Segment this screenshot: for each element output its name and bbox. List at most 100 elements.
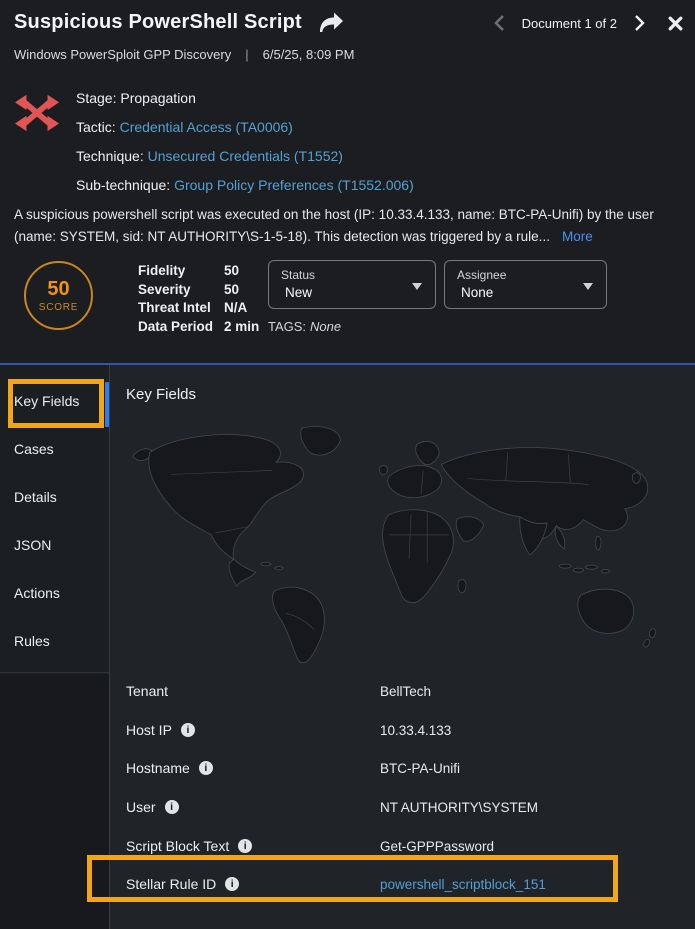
stat-threat-intel: Threat IntelN/A [138, 299, 259, 318]
subtitle-separator: | [245, 47, 248, 62]
field-label: Host IP [126, 722, 172, 738]
alert-header: Suspicious PowerShell Script Document 1 … [0, 0, 695, 363]
field-row-stellar-rule-id: Stellar Rule ID i powershell_scriptblock_1… [126, 870, 687, 909]
share-icon[interactable] [318, 12, 344, 34]
active-tab-indicator [105, 382, 109, 427]
field-row-host-ip: Host IP i 10.33.4.133 [126, 716, 687, 755]
field-value: Get-GPPPassword [380, 839, 494, 854]
page-title: Suspicious PowerShell Script [14, 11, 302, 34]
technique-row: Technique: Unsecured Credentials (T1552) [76, 142, 414, 171]
more-link[interactable]: More [562, 229, 593, 244]
document-pagination: Document 1 of 2 [492, 15, 683, 31]
alert-detail-panel: Suspicious PowerShell Script Document 1 … [0, 0, 695, 929]
field-row-hostname: Hostname i BTC-PA-Unifi [126, 754, 687, 793]
field-value-link[interactable]: powershell_scriptblock_151 [380, 877, 546, 892]
field-label: User [126, 799, 156, 815]
field-value: BellTech [380, 684, 431, 699]
field-label: Tenant [126, 683, 168, 699]
alert-description-text: A suspicious powershell script was execu… [14, 207, 654, 244]
alert-type: Windows PowerSploit GPP Discovery [14, 47, 231, 62]
tactic-link[interactable]: Credential Access (TA0006) [120, 119, 293, 135]
tags-row: TAGS: None [268, 319, 341, 334]
stat-value: 50 [224, 281, 239, 300]
tactic-row: Tactic: Credential Access (TA0006) [76, 113, 414, 142]
stat-label: Fidelity [138, 262, 224, 281]
assignee-dropdown-label: Assignee [457, 268, 594, 282]
sidebar-item-json[interactable]: JSON [14, 537, 109, 557]
info-icon[interactable]: i [199, 761, 213, 775]
tags-label: TAGS: [268, 319, 306, 334]
field-label: Hostname [126, 760, 190, 776]
field-row-user: Useri NT AUTHORITY\SYSTEM [126, 793, 687, 832]
stat-value: 2 min [224, 318, 259, 337]
world-map [124, 422, 690, 672]
tab-section: Key Fields Cases Details JSON Actions Rules K… [0, 365, 695, 929]
stat-label: Severity [138, 281, 224, 300]
info-icon[interactable]: i [181, 723, 195, 737]
key-fields-panel: Key Fields [110, 365, 695, 929]
score-label: SCORE [39, 302, 79, 313]
next-document-icon[interactable] [632, 15, 647, 31]
field-label: Script Block Text [126, 838, 229, 854]
field-row-script-block-text: Script Block Text i Get-GPPPassword [126, 832, 687, 871]
alert-timestamp: 6/5/25, 8:09 PM [263, 47, 355, 62]
status-dropdown-label: Status [281, 268, 423, 282]
stage-label: Stage: [76, 90, 116, 106]
stat-data-period: Data Period2 min [138, 318, 259, 337]
alert-description: A suspicious powershell script was execu… [14, 204, 686, 247]
status-dropdown[interactable]: Status New [268, 260, 436, 309]
info-icon[interactable]: i [238, 839, 252, 853]
stat-label: Data Period [138, 318, 224, 337]
prev-document-icon[interactable] [492, 15, 507, 31]
status-dropdown-value: New [281, 285, 423, 300]
sidebar-item-rules[interactable]: Rules [14, 633, 109, 653]
field-labelwrap: Script Block Text i [126, 838, 252, 854]
field-labelwrap: Stellar Rule ID i [126, 876, 239, 892]
stat-value: 50 [224, 262, 239, 281]
subtechnique-row: Sub-technique: Group Policy Preferences … [76, 171, 414, 200]
field-labelwrap: Hostname i [126, 760, 213, 776]
technique-link[interactable]: Unsecured Credentials (T1552) [148, 148, 343, 164]
field-value: 10.33.4.133 [380, 723, 451, 738]
document-counter: Document 1 of 2 [522, 16, 617, 31]
tactic-label: Tactic: [76, 119, 116, 135]
stat-value: N/A [224, 299, 247, 318]
sidebar: Key Fields Cases Details JSON Actions Rules [0, 365, 109, 673]
killchain-block: Stage: Propagation Tactic: Credential Ac… [14, 84, 414, 200]
stage-row: Stage: Propagation [76, 84, 414, 113]
stage-value: Propagation [120, 90, 196, 106]
sidebar-item-cases[interactable]: Cases [14, 441, 109, 461]
close-icon[interactable] [668, 16, 683, 31]
subtechnique-label: Sub-technique: [76, 177, 170, 193]
score-badge: 50 SCORE [24, 261, 93, 330]
sidebar-item-actions[interactable]: Actions [14, 585, 109, 605]
field-labelwrap: Useri [126, 799, 179, 815]
assignee-dropdown[interactable]: Assignee None [444, 260, 607, 309]
chevron-down-icon [583, 283, 593, 290]
sidebar-lower [0, 674, 109, 929]
stat-severity: Severity50 [138, 281, 259, 300]
section-heading: Key Fields [126, 386, 196, 403]
technique-label: Technique: [76, 148, 144, 164]
key-fields-list: Tenant BellTech Host IP i 10.33.4.133 Hostnam… [126, 677, 687, 909]
info-icon[interactable]: i [165, 800, 179, 814]
stat-label: Threat Intel [138, 299, 224, 318]
sidebar-item-details[interactable]: Details [14, 489, 109, 509]
field-labelwrap: Tenant [126, 683, 168, 699]
info-icon[interactable]: i [225, 877, 239, 891]
chevron-down-icon [412, 283, 422, 290]
tags-value: None [310, 319, 341, 334]
assignee-dropdown-value: None [457, 285, 594, 300]
alert-stats: Fidelity50Severity50Threat IntelN/AData … [138, 262, 259, 337]
field-row-tenant: Tenant BellTech [126, 677, 687, 716]
propagation-stage-icon [14, 88, 60, 134]
score-value: 50 [47, 279, 69, 300]
field-value: NT AUTHORITY\SYSTEM [380, 800, 538, 815]
subtechnique-link[interactable]: Group Policy Preferences (T1552.006) [174, 177, 414, 193]
stat-fidelity: Fidelity50 [138, 262, 259, 281]
sidebar-item-key-fields[interactable]: Key Fields [14, 393, 109, 413]
field-labelwrap: Host IP i [126, 722, 195, 738]
field-label: Stellar Rule ID [126, 876, 216, 892]
alert-subtitle: Windows PowerSploit GPP Discovery | 6/5/… [14, 47, 354, 62]
field-value: BTC-PA-Unifi [380, 761, 460, 776]
